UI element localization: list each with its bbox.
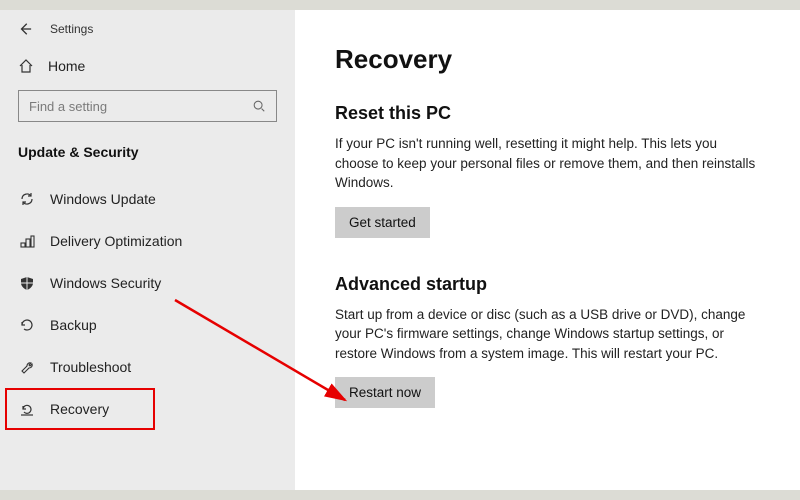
sidebar-item-backup[interactable]: Backup [0, 304, 295, 346]
titlebar: Settings [0, 22, 295, 50]
search-input[interactable] [29, 99, 252, 114]
sidebar-item-label: Troubleshoot [50, 359, 131, 375]
sidebar-item-delivery-optimization[interactable]: Delivery Optimization [0, 220, 295, 262]
backup-icon [18, 316, 36, 334]
nav-home-label: Home [48, 58, 85, 74]
sync-icon [18, 190, 36, 208]
settings-window: Settings Home Update & Security Windows … [0, 10, 800, 490]
sidebar-item-label: Recovery [50, 401, 109, 417]
search-box[interactable] [18, 90, 277, 122]
reset-heading: Reset this PC [335, 103, 760, 124]
sidebar-item-windows-update[interactable]: Windows Update [0, 178, 295, 220]
wrench-icon [18, 358, 36, 376]
shield-icon [18, 274, 36, 292]
sidebar: Settings Home Update & Security Windows … [0, 10, 295, 490]
window-title: Settings [50, 22, 93, 36]
sidebar-item-recovery[interactable]: Recovery [0, 388, 295, 430]
section-header: Update & Security [0, 134, 295, 178]
home-icon [18, 58, 34, 74]
search-icon [252, 99, 266, 113]
main-content: Recovery Reset this PC If your PC isn't … [295, 10, 800, 490]
sidebar-item-windows-security[interactable]: Windows Security [0, 262, 295, 304]
sidebar-item-label: Delivery Optimization [50, 233, 182, 249]
page-title: Recovery [335, 44, 760, 75]
nav-home[interactable]: Home [0, 50, 295, 82]
sidebar-item-label: Windows Security [50, 275, 161, 291]
reset-body: If your PC isn't running well, resetting… [335, 134, 760, 193]
delivery-icon [18, 232, 36, 250]
sidebar-item-label: Windows Update [50, 191, 156, 207]
recovery-icon [18, 400, 36, 418]
sidebar-item-label: Backup [50, 317, 97, 333]
sidebar-item-troubleshoot[interactable]: Troubleshoot [0, 346, 295, 388]
advanced-body: Start up from a device or disc (such as … [335, 305, 760, 364]
restart-now-button[interactable]: Restart now [335, 377, 435, 408]
get-started-button[interactable]: Get started [335, 207, 430, 238]
advanced-heading: Advanced startup [335, 274, 760, 295]
back-icon[interactable] [18, 22, 32, 36]
